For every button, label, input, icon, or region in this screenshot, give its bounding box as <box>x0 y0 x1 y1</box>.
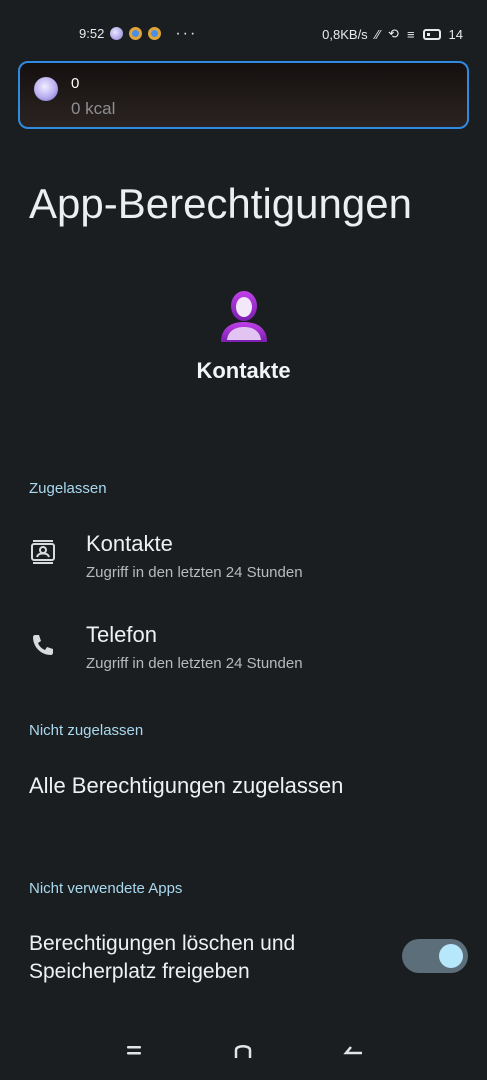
notification-title: 0 <box>71 75 80 92</box>
status-left: 9:52 ··· <box>79 24 198 42</box>
permission-item-phone[interactable]: Telefon Zugriff in den letzten 24 Stunde… <box>0 622 487 692</box>
permission-title: Telefon <box>86 622 157 647</box>
clock: 9:52 <box>79 26 105 41</box>
back-icon[interactable] <box>339 1040 369 1064</box>
section-header-not-allowed: Nicht zugelassen <box>29 722 144 739</box>
navigation-bar <box>0 1040 487 1070</box>
signal-icon: ≡ <box>406 26 415 42</box>
app-name: Kontakte <box>196 358 291 383</box>
battery-icon <box>422 28 441 40</box>
phone-icon <box>33 635 53 655</box>
status-right: 0,8KB/s ⁄⁄ ⟲ ≡ 14 <box>322 26 463 42</box>
status-bar: 9:52 ··· 0,8KB/s ⁄⁄ ⟲ ≡ 14 <box>0 22 487 46</box>
toggle-knob <box>439 944 463 968</box>
data-icon: ⁄⁄ <box>375 26 381 42</box>
calorie-app-icon <box>34 77 58 101</box>
contacts-person-icon <box>221 291 267 342</box>
all-permissions-allowed-text: Alle Berechtigungen zugelassen <box>29 773 344 798</box>
chrome-icon <box>129 27 143 40</box>
home-icon[interactable] <box>228 1040 258 1064</box>
page-title: App-Berechtigungen <box>29 180 412 227</box>
permission-title: Kontakte <box>86 531 173 556</box>
notification-subtitle: 0 kcal <box>71 99 116 118</box>
permission-item-contacts[interactable]: Kontakte Zugriff in den letzten 24 Stund… <box>0 531 487 601</box>
section-header-unused-apps: Nicht verwendete Apps <box>29 880 183 897</box>
remove-permissions-toggle[interactable] <box>402 939 468 973</box>
app-permissions-screen: 9:52 ··· 0,8KB/s ⁄⁄ ⟲ ≡ 14 0 0 kcal App-… <box>0 0 487 1080</box>
battery-level: 14 <box>448 26 463 42</box>
app-notification-icon <box>110 27 124 40</box>
remove-permissions-label[interactable]: Berechtigungen löschen und Speicherplatz… <box>29 930 369 986</box>
notification-card[interactable]: 0 0 kcal <box>18 61 469 129</box>
contacts-card-icon <box>31 540 55 564</box>
sync-icon: ⟲ <box>388 26 399 41</box>
permission-subtitle: Zugriff in den letzten 24 Stunden <box>86 564 303 581</box>
chrome-icon-2 <box>148 27 162 40</box>
menu-icon[interactable] <box>119 1040 149 1064</box>
permission-subtitle: Zugriff in den letzten 24 Stunden <box>86 655 303 672</box>
section-header-allowed: Zugelassen <box>29 480 107 497</box>
more-notifications: ··· <box>175 24 198 42</box>
network-speed: 0,8KB/s <box>322 26 368 42</box>
